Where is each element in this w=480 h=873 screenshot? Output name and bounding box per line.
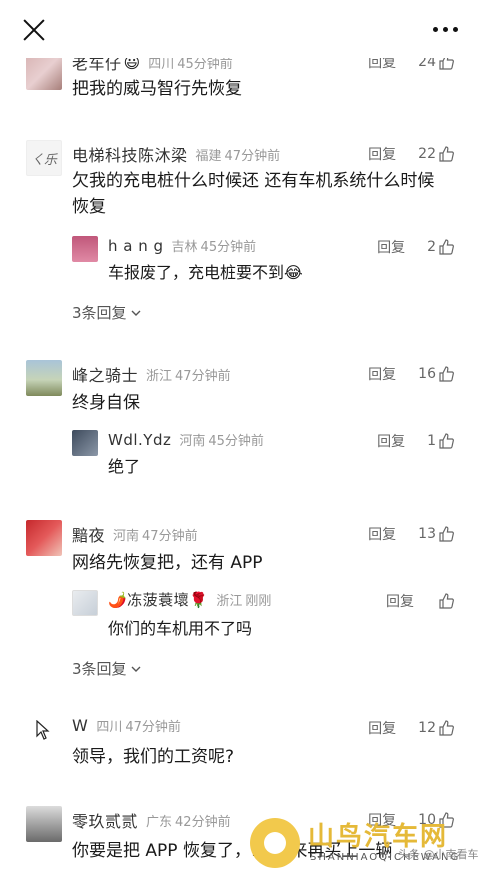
location: 四川: [96, 720, 123, 735]
avatar[interactable]: [72, 430, 98, 456]
more-replies-button[interactable]: 3条回复: [72, 658, 141, 679]
like-count: 22: [418, 146, 436, 162]
avatar[interactable]: [26, 360, 62, 396]
watermark-tag: 头条 @小南看车: [398, 848, 479, 861]
top-bar: [0, 0, 480, 58]
reply-button[interactable]: 回复: [368, 524, 396, 544]
reply-button[interactable]: 回复: [377, 237, 405, 257]
timestamp: 47分钟前: [224, 148, 281, 164]
more-replies-button[interactable]: 3条回复: [72, 302, 141, 323]
reply-text: 车报废了，充电桩要不到😂: [108, 263, 303, 282]
location: 福建: [195, 148, 222, 164]
chevron-down-icon: [131, 666, 141, 672]
location: 河南: [113, 528, 140, 544]
watermark-logo-icon: [250, 818, 300, 868]
more-replies-label: 3条回复: [72, 304, 127, 322]
username[interactable]: W: [72, 716, 88, 735]
comment-text-line: 欠我的充电桩什么时候还 还有车机系统什么时候: [72, 171, 435, 191]
comment-text: 终身自保: [72, 393, 140, 413]
timestamp: 47分钟前: [142, 528, 198, 544]
location: 吉林: [171, 240, 198, 255]
chevron-down-icon: [131, 310, 141, 316]
close-icon[interactable]: [22, 18, 46, 42]
thumbs-up-icon[interactable]: [438, 433, 454, 449]
reply-button[interactable]: 回复: [386, 591, 414, 611]
reply-text: 你们的车机用不了吗: [108, 619, 253, 638]
avatar[interactable]: [26, 520, 62, 556]
timestamp: 45分钟前: [200, 240, 257, 255]
more-replies-label: 3条回复: [72, 660, 127, 678]
location: 浙江: [146, 368, 173, 384]
avatar[interactable]: [72, 590, 98, 616]
more-icon[interactable]: [433, 27, 458, 32]
location: 广东: [146, 814, 173, 830]
thumbs-up-icon[interactable]: [438, 366, 454, 382]
like-count: 16: [418, 366, 436, 382]
like-count: 1: [427, 433, 436, 449]
timestamp: 47分钟前: [125, 720, 181, 735]
reply-text: 绝了: [108, 457, 141, 476]
reply-username[interactable]: Wdl.Ydz: [108, 431, 171, 449]
reply-username[interactable]: h a n g: [108, 237, 164, 255]
thumbs-up-icon[interactable]: [438, 720, 454, 736]
location: 浙江: [216, 594, 243, 609]
thumbs-up-icon[interactable]: [438, 593, 454, 609]
watermark: 山鸟汽车网 SHANNIAOQICHEWANG 头条 @小南看车: [250, 812, 480, 873]
timestamp: 42分钟前: [175, 814, 231, 830]
comment-text: 领导，我们的工资呢?: [72, 747, 235, 767]
username[interactable]: 零玖贰贰: [72, 808, 138, 832]
like-count: 2: [427, 239, 436, 255]
like-count: 13: [418, 526, 436, 542]
cursor-icon: [36, 720, 50, 740]
thumbs-up-icon[interactable]: [438, 239, 454, 255]
reply-button[interactable]: 回复: [368, 364, 396, 384]
like-count: 12: [418, 720, 436, 736]
avatar[interactable]: ㄑ乐: [26, 140, 62, 176]
thumbs-up-icon[interactable]: [438, 146, 454, 162]
comment-text: 把我的威马智行先恢复: [72, 79, 242, 99]
location: 河南: [179, 434, 206, 449]
avatar[interactable]: [72, 236, 98, 262]
comment-text: 网络先恢复把，还有 APP: [72, 553, 263, 573]
comment-text-line: 恢复: [72, 197, 106, 217]
reply-username[interactable]: 🌶️冻菠蓑壞🌹: [108, 589, 208, 610]
reply-button[interactable]: 回复: [368, 144, 396, 164]
username[interactable]: 电梯科技陈沐梁: [72, 142, 188, 166]
thumbs-up-icon[interactable]: [438, 526, 454, 542]
reply-button[interactable]: 回复: [368, 718, 396, 738]
timestamp: 刚刚: [245, 594, 272, 609]
username[interactable]: 黯夜: [72, 522, 105, 546]
timestamp: 45分钟前: [208, 434, 264, 449]
avatar[interactable]: [26, 54, 62, 90]
username[interactable]: 峰之骑士: [72, 362, 138, 386]
timestamp: 47分钟前: [175, 368, 231, 384]
avatar[interactable]: [26, 806, 62, 842]
reply-button[interactable]: 回复: [377, 431, 405, 451]
